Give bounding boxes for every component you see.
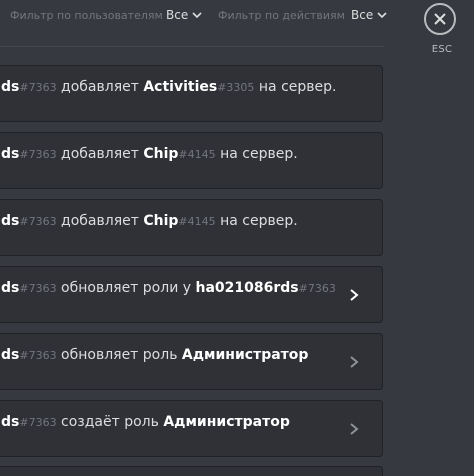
entry-action: добавляет: [61, 79, 139, 95]
entry-suffix: на сервер.: [220, 213, 298, 229]
entry-action: создаёт роль: [61, 414, 159, 430]
audit-log-entry[interactable]: ds#7363 добавляет Chip#4145 на сервер.: [0, 132, 383, 189]
user-filter-value: Все: [166, 8, 189, 22]
entry-user: ds: [1, 213, 20, 229]
action-filter-dropdown[interactable]: Все: [351, 8, 387, 22]
entry-user: ds: [1, 414, 20, 430]
entry-text: ds#7363 обновляет роль Администратор: [1, 347, 308, 363]
entry-user: ds: [1, 79, 20, 95]
audit-log-entry[interactable]: ds#7363 создаёт роль Администратор: [0, 400, 383, 457]
entry-target: Activities: [143, 79, 218, 95]
entry-user-tag: #7363: [19, 148, 57, 161]
audit-log-entry[interactable]: ds#7363 обновляет роль Администратор: [0, 333, 383, 390]
entry-user: ds: [1, 280, 20, 296]
entry-action: добавляет: [61, 213, 139, 229]
entry-text: ds#7363 обновляет роли у ha021086rds#736…: [1, 280, 336, 296]
entry-target-tag: #7363: [298, 282, 336, 295]
entry-target: Администратор: [181, 347, 309, 363]
entry-target-tag: #3305: [217, 81, 255, 94]
action-filter-value: Все: [351, 8, 374, 22]
audit-log-filter-bar: Фильтр по пользователям Все Фильтр по де…: [0, 0, 387, 47]
entry-action: добавляет: [61, 146, 139, 162]
entry-target: Chip: [143, 213, 179, 229]
esc-label: ESC: [431, 44, 453, 55]
entry-user: ds: [1, 347, 20, 363]
chevron-down-icon: [192, 12, 202, 19]
entry-text: ds#7363 создаёт роль Администратор: [1, 414, 290, 430]
entry-suffix: на сервер.: [258, 79, 337, 95]
entry-suffix: на сервер.: [220, 146, 298, 162]
chevron-right-icon[interactable]: [348, 422, 360, 436]
entry-target: ha021086rds: [195, 280, 299, 296]
entry-user-tag: #7363: [19, 282, 57, 295]
audit-log-entry[interactable]: ds#7363 обновляет роли у ha021086rds#736…: [0, 266, 383, 323]
entry-action: обновляет роли у: [61, 280, 192, 296]
entry-user-tag: #7363: [19, 349, 57, 362]
entry-user-tag: #7363: [19, 215, 57, 228]
close-button[interactable]: [424, 3, 456, 35]
entry-target: Администратор: [163, 414, 290, 430]
user-filter-dropdown[interactable]: Все: [166, 8, 202, 22]
close-icon: [434, 13, 446, 25]
user-filter-label: Фильтр по пользователям: [10, 9, 163, 22]
entry-action: обновляет роль: [61, 347, 178, 363]
entry-user: ds: [1, 146, 20, 162]
entry-target-tag: #4145: [178, 148, 216, 161]
audit-log-entry[interactable]: [0, 466, 383, 476]
entry-text: ds#7363 добавляет Activities#3305 на сер…: [1, 79, 336, 95]
audit-log-entry[interactable]: ds#7363 добавляет Activities#3305 на сер…: [0, 65, 383, 122]
entry-user-tag: #7363: [19, 416, 57, 429]
entry-text: ds#7363 добавляет Chip#4145 на сервер.: [1, 213, 298, 229]
chevron-down-icon: [377, 12, 387, 19]
action-filter-label: Фильтр по действиям: [218, 9, 345, 22]
audit-log-entry[interactable]: ds#7363 добавляет Chip#4145 на сервер.: [0, 199, 383, 256]
entry-target: Chip: [143, 146, 179, 162]
entry-target-tag: #4145: [178, 215, 216, 228]
chevron-right-icon[interactable]: [348, 288, 360, 302]
chevron-right-icon[interactable]: [348, 355, 360, 369]
entry-text: ds#7363 добавляет Chip#4145 на сервер.: [1, 146, 298, 162]
entry-user-tag: #7363: [19, 81, 57, 94]
